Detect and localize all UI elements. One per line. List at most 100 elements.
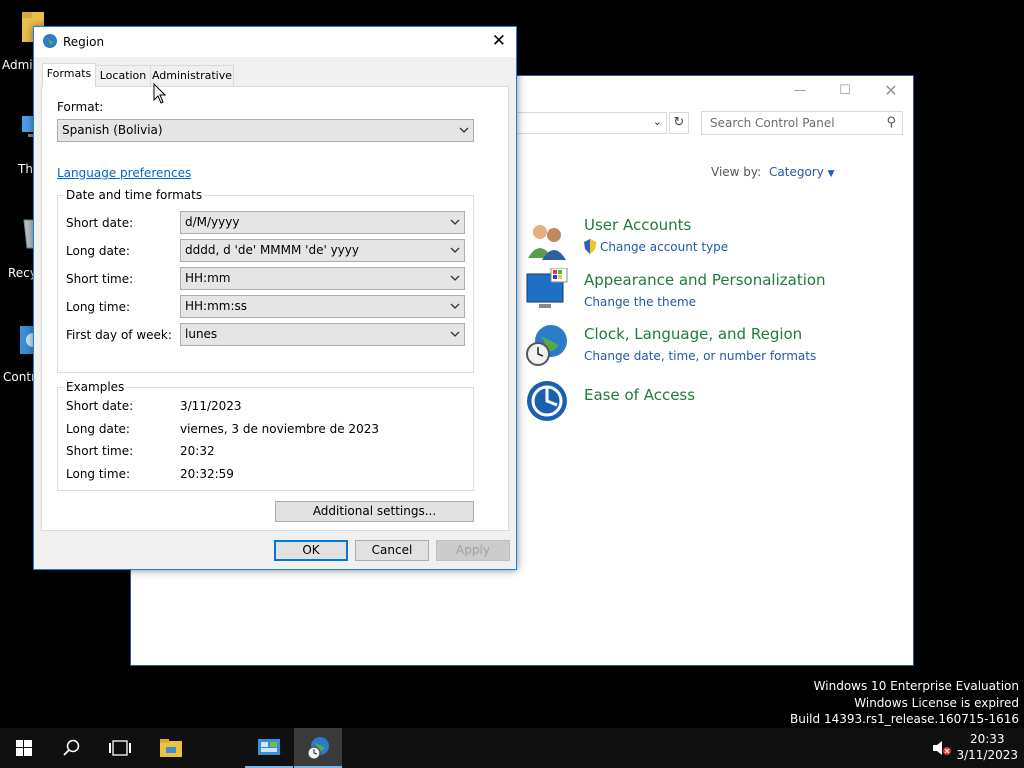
ease-of-access-icon (527, 381, 567, 421)
close-button[interactable]: ✕ (492, 31, 506, 51)
long-time-value: HH:mm:ss (185, 299, 248, 313)
mouse-cursor-icon (153, 83, 167, 104)
dialog-titlebar[interactable]: Region ✕ (34, 27, 516, 57)
close-icon: ✕ (884, 81, 898, 100)
additional-settings-button[interactable]: Additional settings... (275, 501, 474, 522)
example-short-date-value: 3/11/2023 (180, 399, 242, 413)
address-bar[interactable]: ⌄ (507, 112, 667, 134)
first-day-of-week-value: lunes (185, 327, 218, 341)
taskbar-region[interactable] (294, 728, 342, 768)
volume-muted-icon[interactable] (932, 740, 952, 756)
long-date-select[interactable]: dddd, d 'de' MMMM 'de' yyyy (180, 239, 465, 262)
windows-logo-icon (16, 740, 32, 756)
category-link[interactable]: Change account type (600, 240, 728, 254)
view-by-label: View by: (711, 165, 762, 179)
short-date-label: Short date: (66, 216, 134, 230)
control-panel-icon (258, 739, 280, 755)
tab-label: Formats (46, 67, 92, 80)
watermark-line: Windows 10 Enterprise Evaluation (813, 679, 1019, 693)
taskbar: 20:33 3/11/2023 (0, 728, 1024, 768)
chevron-down-icon (450, 303, 460, 309)
short-date-select[interactable]: d/M/yyyy (180, 211, 465, 234)
long-date-label: Long date: (66, 244, 130, 258)
first-day-of-week-label: First day of week: (66, 328, 172, 342)
minimize-button[interactable]: — (777, 80, 823, 102)
category-link[interactable]: Change the theme (584, 295, 696, 309)
globe-icon (43, 34, 57, 48)
view-by-value: Category (769, 165, 824, 179)
region-dialog: Region ✕ Formats Location Administrative… (33, 26, 517, 570)
date-time-formats-group: Date and time formats Short date: d/M/yy… (57, 188, 474, 373)
examples-group: Examples Short date: 3/11/2023 Long date… (57, 380, 474, 491)
chevron-down-icon (450, 331, 460, 337)
first-day-of-week-select[interactable]: lunes (180, 323, 465, 346)
category-title[interactable]: Appearance and Personalization (584, 271, 826, 289)
clock-globe-icon (307, 737, 329, 760)
long-time-label: Long time: (66, 300, 131, 314)
desktop-icon-label: Contr (3, 370, 36, 384)
search-button[interactable] (48, 728, 96, 768)
cancel-button[interactable]: Cancel (355, 540, 429, 561)
taskbar-file-explorer[interactable] (147, 728, 195, 768)
category-title[interactable]: User Accounts (584, 216, 691, 234)
example-long-time-label: Long time: (66, 467, 131, 481)
chevron-down-icon: ▼ (827, 169, 835, 179)
example-short-time-label: Short time: (66, 444, 134, 458)
long-time-select[interactable]: HH:mm:ss (180, 295, 465, 318)
refresh-button[interactable]: ↻ (669, 112, 689, 134)
clock-date: 3/11/2023 (956, 748, 1018, 762)
language-preferences-link[interactable]: Language preferences (57, 166, 191, 180)
tab-location[interactable]: Location (95, 65, 151, 86)
watermark-line: Windows License is expired (854, 696, 1019, 710)
task-view-button[interactable] (96, 728, 144, 768)
tab-formats[interactable]: Formats (42, 63, 96, 87)
apply-button[interactable]: Apply (436, 540, 510, 561)
maximize-button[interactable]: ☐ (822, 80, 868, 102)
example-long-date-label: Long date: (66, 422, 130, 436)
group-caption: Date and time formats (64, 188, 205, 202)
start-button[interactable] (0, 728, 48, 768)
chevron-down-icon (450, 247, 460, 253)
system-clock[interactable]: 20:33 3/11/2023 (956, 731, 1018, 763)
users-icon (528, 225, 566, 260)
view-by-dropdown[interactable]: Category ▼ (769, 165, 835, 179)
desktop-icon-label: Th (18, 162, 33, 176)
example-short-time-value: 20:32 (180, 444, 215, 458)
clock-globe-icon (526, 325, 567, 366)
taskbar-control-panel[interactable] (245, 728, 293, 768)
watermark-line: Build 14393.rs1_release.160715-1616 (790, 712, 1019, 726)
close-button[interactable]: ✕ (868, 80, 914, 102)
desktop-icon-label: Admi (2, 58, 33, 72)
short-time-value: HH:mm (185, 271, 231, 285)
category-link[interactable]: Change date, time, or number formats (584, 349, 816, 363)
shield-icon (584, 239, 596, 254)
short-date-value: d/M/yyyy (185, 215, 240, 229)
search-icon (63, 739, 80, 756)
task-view-icon (109, 740, 131, 756)
search-input[interactable]: Search Control Panel ⚲ (701, 111, 903, 135)
chevron-down-icon (450, 219, 460, 225)
tab-label: Administrative (151, 69, 233, 82)
folder-icon (160, 739, 182, 757)
dialog-title: Region (63, 35, 105, 49)
close-icon: ✕ (491, 31, 506, 51)
appearance-icon (526, 268, 568, 308)
example-short-date-label: Short date: (66, 399, 134, 413)
chevron-down-icon (450, 275, 460, 281)
format-select[interactable]: Spanish (Bolivia) (57, 119, 474, 142)
chevron-down-icon (459, 127, 469, 133)
format-label: Format: (57, 100, 104, 114)
category-title[interactable]: Ease of Access (584, 386, 695, 404)
category-title[interactable]: Clock, Language, and Region (584, 325, 802, 343)
long-date-value: dddd, d 'de' MMMM 'de' yyyy (185, 243, 359, 257)
tab-label: Location (99, 69, 147, 82)
short-time-label: Short time: (66, 272, 134, 286)
clock-time: 20:33 (969, 732, 1005, 746)
example-long-date-value: viernes, 3 de noviembre de 2023 (180, 422, 379, 436)
ok-button[interactable]: OK (274, 540, 348, 561)
example-long-time-value: 20:32:59 (180, 467, 234, 481)
chevron-down-icon: ⌄ (652, 115, 662, 128)
short-time-select[interactable]: HH:mm (180, 267, 465, 290)
search-placeholder: Search Control Panel (710, 116, 835, 130)
minimize-icon: — (793, 83, 807, 98)
